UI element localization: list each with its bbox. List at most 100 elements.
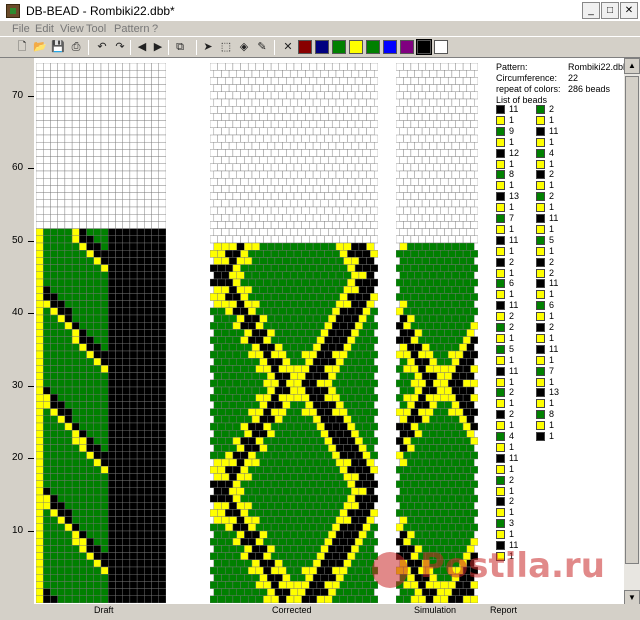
bead-cell[interactable] <box>225 192 234 201</box>
bead-cell[interactable] <box>108 581 116 589</box>
bead-cell[interactable] <box>286 408 295 417</box>
bead-cell[interactable] <box>267 530 276 539</box>
bead-cell[interactable] <box>122 77 131 85</box>
bead-cell[interactable] <box>35 113 44 121</box>
bead-cell[interactable] <box>410 235 419 244</box>
bead-cell[interactable] <box>225 494 234 503</box>
bead-cell[interactable] <box>440 106 449 114</box>
bead-cell[interactable] <box>316 422 325 431</box>
bead-cell[interactable] <box>267 487 276 496</box>
bead-cell[interactable] <box>418 278 427 287</box>
bead-cell[interactable] <box>316 595 325 604</box>
bead-cell[interactable] <box>108 350 116 359</box>
bead-cell[interactable] <box>251 559 260 568</box>
bead-cell[interactable] <box>115 430 123 438</box>
bead-cell[interactable] <box>274 458 283 467</box>
bead-cell[interactable] <box>100 120 109 128</box>
bead-cell[interactable] <box>64 444 73 453</box>
bead-cell[interactable] <box>328 185 337 193</box>
bead-cell[interactable] <box>444 228 453 237</box>
bead-cell[interactable] <box>270 149 279 157</box>
bead-cell[interactable] <box>267 257 276 265</box>
bead-cell[interactable] <box>64 206 73 215</box>
bead-cell[interactable] <box>421 386 430 395</box>
bead-cell[interactable] <box>429 185 438 193</box>
bead-cell[interactable] <box>354 595 363 604</box>
bead-cell[interactable] <box>316 278 325 287</box>
bead-cell[interactable] <box>316 451 325 460</box>
bead-cell[interactable] <box>289 199 299 208</box>
bead-cell[interactable] <box>406 343 415 352</box>
bead-cell[interactable] <box>209 206 218 215</box>
bead-cell[interactable] <box>225 408 234 417</box>
bead-cell[interactable] <box>399 329 408 337</box>
bead-cell[interactable] <box>213 141 222 150</box>
bead-cell[interactable] <box>459 530 468 539</box>
bead-cell[interactable] <box>370 523 379 532</box>
bead-cell[interactable] <box>144 466 152 474</box>
bead-cell[interactable] <box>144 300 152 309</box>
bead-cell[interactable] <box>263 206 272 215</box>
bead-cell[interactable] <box>35 322 44 330</box>
bead-cell[interactable] <box>71 199 80 208</box>
bead-cell[interactable] <box>259 372 268 381</box>
bead-cell[interactable] <box>221 156 230 164</box>
bead-cell[interactable] <box>122 394 131 402</box>
bead-cell[interactable] <box>86 487 94 496</box>
bead-cell[interactable] <box>129 149 138 157</box>
bead-cell[interactable] <box>144 343 152 352</box>
bead-cell[interactable] <box>100 69 109 78</box>
bead-cell[interactable] <box>122 271 131 280</box>
bead-cell[interactable] <box>399 502 408 510</box>
bead-cell[interactable] <box>64 358 73 366</box>
bead-cell[interactable] <box>35 466 44 474</box>
bead-cell[interactable] <box>301 264 310 273</box>
bead-cell[interactable] <box>343 156 352 164</box>
bead-cell[interactable] <box>293 221 302 229</box>
bead-cell[interactable] <box>86 365 94 373</box>
bead-cell[interactable] <box>100 408 109 417</box>
bead-cell[interactable] <box>406 401 415 409</box>
bead-cell[interactable] <box>100 228 109 237</box>
bead-cell[interactable] <box>35 307 44 316</box>
bead-cell[interactable] <box>429 430 438 438</box>
bead-cell[interactable] <box>399 487 408 496</box>
bead-cell[interactable] <box>429 257 438 265</box>
bead-cell[interactable] <box>225 523 234 532</box>
bead-cell[interactable] <box>436 199 445 208</box>
bead-cell[interactable] <box>347 494 356 503</box>
bead-cell[interactable] <box>301 394 310 402</box>
bead-cell[interactable] <box>324 192 333 201</box>
bead-cell[interactable] <box>440 177 449 186</box>
bead-cell[interactable] <box>43 530 51 539</box>
bead-cell[interactable] <box>71 415 80 424</box>
bead-cell[interactable] <box>395 379 404 388</box>
bead-cell[interactable] <box>444 329 453 337</box>
bead-cell[interactable] <box>236 545 245 553</box>
bead-cell[interactable] <box>129 62 138 71</box>
bead-cell[interactable] <box>328 458 337 467</box>
bead-cell[interactable] <box>293 192 302 201</box>
bead-cell[interactable] <box>470 192 479 201</box>
bead-cell[interactable] <box>328 300 337 309</box>
bead-cell[interactable] <box>305 545 314 553</box>
bead-cell[interactable] <box>286 235 295 244</box>
bead-cell[interactable] <box>301 235 310 244</box>
bead-cell[interactable] <box>451 430 460 438</box>
bead-cell[interactable] <box>129 77 138 85</box>
bead-cell[interactable] <box>351 458 360 467</box>
bead-cell[interactable] <box>466 98 475 107</box>
bead-cell[interactable] <box>421 415 430 424</box>
bead-cell[interactable] <box>244 444 253 453</box>
bead-cell[interactable] <box>115 249 123 258</box>
bead-cell[interactable] <box>50 358 58 366</box>
bead-cell[interactable] <box>331 581 341 589</box>
bead-cell[interactable] <box>213 314 222 323</box>
bead-cell[interactable] <box>136 77 145 85</box>
bead-cell[interactable] <box>255 437 264 445</box>
bead-cell[interactable] <box>270 523 279 532</box>
bead-cell[interactable] <box>286 509 295 517</box>
bead-cell[interactable] <box>444 271 453 280</box>
bead-cell[interactable] <box>286 581 295 589</box>
bead-cell[interactable] <box>213 113 222 121</box>
